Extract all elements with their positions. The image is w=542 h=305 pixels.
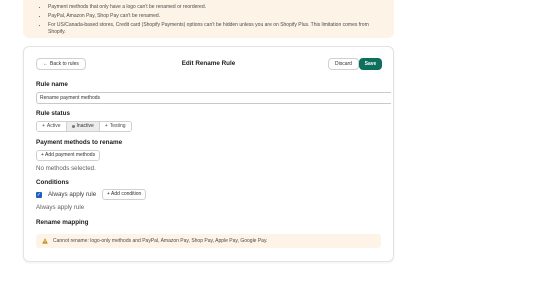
status-option-label: Testing (109, 123, 126, 129)
editor-toolbar: ← Back to rules Edit Rename Rule Discard… (24, 57, 393, 71)
always-apply-checkbox[interactable]: ✓ (36, 192, 42, 198)
status-option-label: Active (46, 123, 61, 129)
add-condition-button[interactable]: + Add condition (102, 189, 147, 200)
status-option-testing[interactable]: + Testing (99, 122, 131, 131)
status-option-active[interactable]: + Active (37, 122, 67, 131)
no-methods-text: No methods selected. (36, 165, 96, 172)
conditions-summary: Always apply rule (36, 204, 85, 211)
add-payment-methods-button[interactable]: + Add payment methods (36, 150, 101, 161)
warning-icon (42, 238, 48, 244)
notice-item: For US/Canada-based stores, Credit card … (48, 22, 384, 36)
rule-status-heading: Rule status (36, 110, 70, 117)
status-option-label: Inactive (76, 123, 94, 129)
rule-name-heading: Rule name (36, 81, 68, 88)
status-option-inactive[interactable]: Inactive (66, 122, 100, 131)
selected-dot-icon (71, 125, 75, 128)
limitations-notice: Payment methods that only have a logo ca… (23, 0, 394, 38)
warning-text: Cannot rename: logo-only methods and Pay… (53, 238, 268, 244)
notice-item: Payment methods that only have a logo ca… (48, 4, 384, 11)
edit-rule-card: ← Back to rules Edit Rename Rule Discard… (23, 46, 394, 262)
limitations-list: Payment methods that only have a logo ca… (48, 4, 384, 36)
conditions-heading: Conditions (36, 179, 69, 186)
rename-warning-banner: Cannot rename: logo-only methods and Pay… (36, 234, 381, 248)
always-apply-label: Always apply rule (48, 191, 97, 198)
discard-button[interactable]: Discard (328, 58, 359, 70)
plus-icon: + (104, 123, 108, 129)
plus-icon: + (42, 123, 45, 129)
rename-mapping-heading: Rename mapping (36, 219, 89, 226)
rule-status-toggle: + Active Inactive + Testing (36, 121, 132, 132)
payment-methods-heading: Payment methods to rename (36, 139, 123, 146)
save-button[interactable]: Save (359, 58, 382, 70)
rule-name-input[interactable] (36, 92, 391, 104)
notice-item: PayPal, Amazon Pay, Shop Pay can't be re… (48, 13, 384, 20)
